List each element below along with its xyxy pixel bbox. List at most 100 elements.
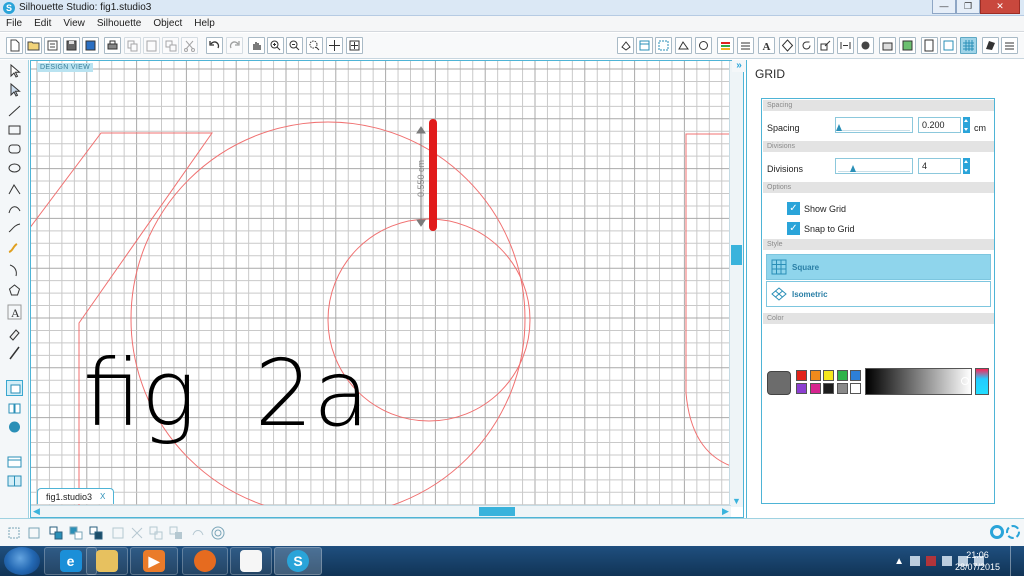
collapse-panel-icon[interactable]: » [732,60,746,72]
text-style-icon[interactable]: A [758,37,775,54]
vertical-scroll-thumb[interactable] [731,245,742,265]
color-swatch[interactable] [809,370,821,381]
menu-silhouette[interactable]: Silhouette [91,18,147,29]
taskbar-clock[interactable]: 21:06 28/07/2015 [955,549,1000,573]
print-icon[interactable] [104,37,121,54]
send-to-back-icon[interactable] [68,525,84,541]
taskbar-media-player[interactable]: ▶ [130,547,178,575]
spacing-stepper[interactable] [963,117,970,133]
bring-forward-icon[interactable] [88,525,104,541]
weld-icon[interactable] [148,525,164,541]
point-edit-icon[interactable] [6,82,23,98]
copy-icon[interactable] [124,37,141,54]
menu-file[interactable]: File [0,18,28,29]
show-cut-lines-icon[interactable] [6,454,23,470]
replicate-icon[interactable] [695,37,712,54]
menu-object[interactable]: Object [147,18,188,29]
online-store-icon[interactable] [6,419,23,435]
design-store-icon[interactable] [982,37,999,54]
color-swatch[interactable] [809,383,821,394]
zoom-selection-icon[interactable] [306,37,323,54]
line-style-icon[interactable] [737,37,754,54]
polygon-tool-icon[interactable] [6,182,23,198]
style-square-option[interactable]: Square [766,254,991,280]
library-book-icon[interactable] [6,400,23,416]
paste-icon[interactable] [143,37,160,54]
minimize-button[interactable]: — [932,0,956,14]
line-tool-icon[interactable] [6,103,23,119]
smooth-freehand-tool-icon[interactable] [6,262,23,278]
cut-icon[interactable] [181,37,198,54]
show-grid-checkbox[interactable]: ✓ [787,202,800,215]
close-tab-icon[interactable]: X [100,492,105,501]
horizontal-scrollbar[interactable]: ◀ ▶ [31,505,731,517]
color-swatch[interactable] [836,370,848,381]
color-swatch[interactable] [836,383,848,394]
save-icon[interactable] [63,37,80,54]
bring-to-front-icon[interactable] [48,525,64,541]
start-button-icon[interactable] [4,547,40,575]
scroll-left-arrow-icon[interactable]: ◀ [31,506,42,517]
divisions-slider[interactable] [835,158,913,174]
divisions-input[interactable]: 4 [918,158,961,174]
design-canvas[interactable]: 0.550 cm fig 2a DESIGN VIEW fig1.studio3… [30,60,744,518]
show-desktop-button[interactable] [1010,546,1024,576]
spacing-input[interactable]: 0.200 [918,117,961,133]
compound-path-icon[interactable] [110,525,126,541]
tray-expand-icon[interactable]: ▲ [894,556,904,567]
modify-icon[interactable] [857,37,874,54]
freehand-tool-icon[interactable] [6,240,23,256]
taskbar-file-explorer[interactable] [86,547,128,575]
taskbar-silhouette-studio[interactable]: S [274,547,322,575]
library-view-icon[interactable] [899,37,916,54]
settings-gear-icon[interactable] [990,525,1004,539]
text-tool-icon[interactable]: A [6,304,23,320]
horizontal-scroll-thumb[interactable] [479,507,515,516]
redo-icon[interactable] [226,37,243,54]
transform-icon[interactable] [779,37,796,54]
open-folder-icon[interactable] [25,37,42,54]
scroll-right-arrow-icon[interactable]: ▶ [720,506,731,517]
rectangle-tool-icon[interactable] [6,122,23,138]
menu-edit[interactable]: Edit [28,18,57,29]
fit-to-page-icon[interactable] [346,37,363,54]
vertical-scrollbar[interactable]: ▲ ▼ [729,61,743,507]
scale-icon[interactable] [817,37,834,54]
color-swatch[interactable] [850,370,861,381]
subtract-icon[interactable] [168,525,184,541]
pan-hand-icon[interactable] [248,37,265,54]
undo-icon[interactable] [206,37,223,54]
color-swatch[interactable] [796,383,807,394]
cut-settings-icon[interactable] [921,37,938,54]
save-to-library-icon[interactable] [82,37,99,54]
zoom-out-icon[interactable] [286,37,303,54]
snap-to-grid-checkbox[interactable]: ✓ [787,222,800,235]
style-isometric-option[interactable]: Isometric [766,281,991,307]
preferences-icon[interactable] [1001,37,1018,54]
offset-path-icon[interactable] [190,525,206,541]
maximize-button[interactable]: ❐ [956,0,980,14]
offset-icon[interactable] [879,37,896,54]
send-to-silhouette-icon[interactable] [940,37,957,54]
taskbar-firefox[interactable] [182,547,228,575]
divisions-stepper[interactable] [963,158,970,174]
gradient-picker-handle[interactable] [961,377,969,385]
rotate-icon[interactable] [798,37,815,54]
registration-marks-icon[interactable] [655,37,672,54]
line-color-icon[interactable] [717,37,734,54]
taskbar-feather-app[interactable] [230,547,272,575]
zoom-in-icon[interactable] [267,37,284,54]
knife-tool-icon[interactable] [6,345,23,361]
menu-view[interactable]: View [57,18,91,29]
arc-tool-icon[interactable] [6,220,23,236]
regular-polygon-tool-icon[interactable] [6,282,23,298]
trace-icon[interactable] [675,37,692,54]
grid-settings-icon[interactable] [960,37,977,54]
trace-target-icon[interactable] [210,525,226,541]
eraser-tool-icon[interactable] [6,326,23,342]
fill-color-icon[interactable] [617,37,634,54]
curve-tool-icon[interactable] [6,201,23,217]
color-swatch[interactable] [823,383,834,394]
group-icon[interactable] [6,525,22,541]
rounded-rectangle-tool-icon[interactable] [6,141,23,157]
